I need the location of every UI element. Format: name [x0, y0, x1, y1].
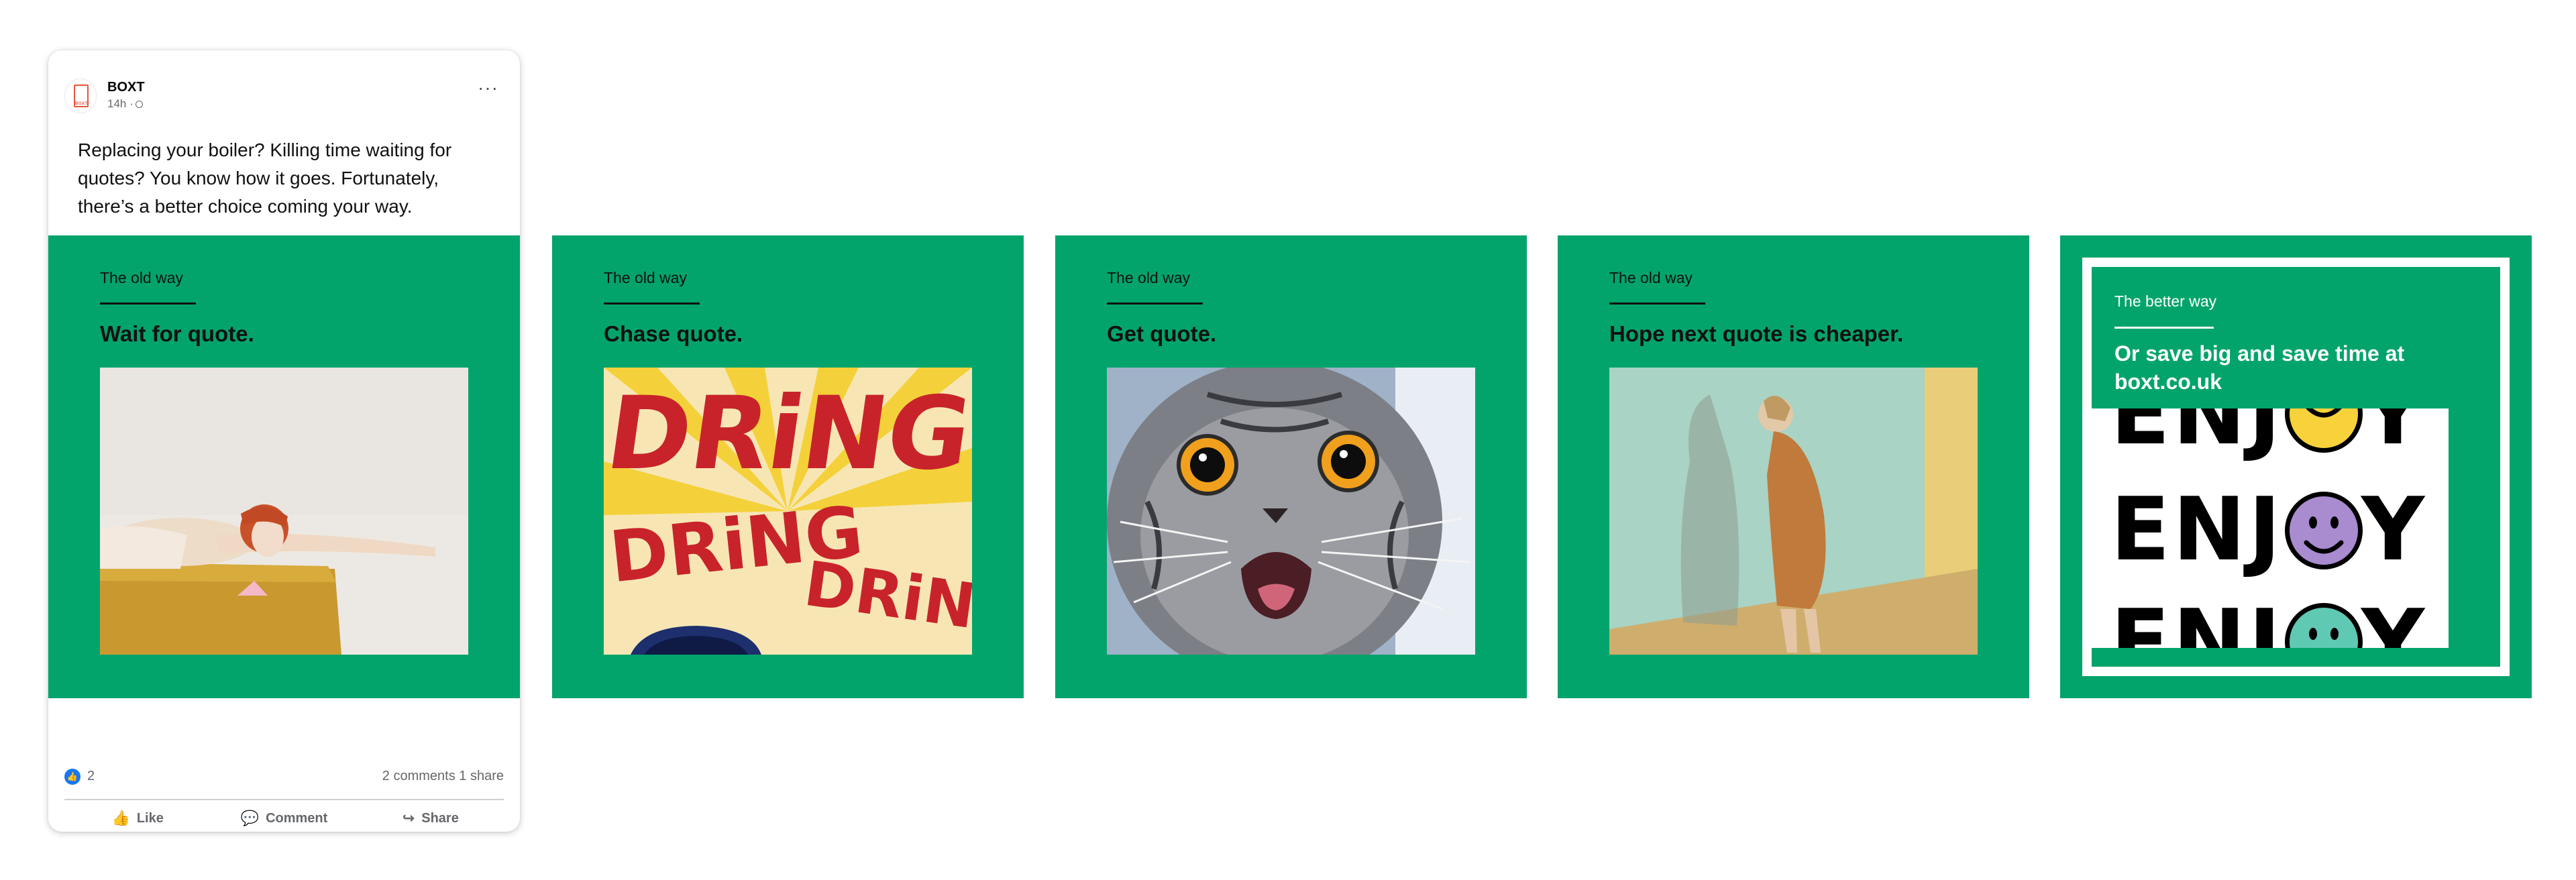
post-header: BOXT BOXT 14h · ···	[64, 78, 504, 113]
carousel-panel-better-way: The better way Or save big and save time…	[2060, 235, 2532, 698]
facebook-post-card: BOXT BOXT 14h · ··· Replacing your boile…	[48, 50, 520, 832]
panel-headline: Chase quote.	[604, 321, 743, 346]
post-actions: 👍 Like 💬 Comment ↪ Share	[64, 802, 504, 832]
woman-against-wall-photo	[1609, 368, 1978, 655]
panel-headline: Wait for quote.	[100, 321, 254, 346]
panel-rule	[604, 302, 700, 305]
post-image-panel: The old way Wait for quote.	[48, 235, 520, 698]
panel-eyebrow: The old way	[1107, 269, 1191, 286]
comment-label: Comment	[266, 810, 328, 826]
page-name[interactable]: BOXT	[107, 80, 145, 95]
panel-headline: Or save big and save time at boxt.co.uk	[2114, 341, 2405, 394]
post-text: Replacing your boiler? Killing time wait…	[78, 140, 452, 217]
actions-divider-top	[64, 799, 504, 800]
share-button[interactable]: ↪ Share	[358, 802, 504, 832]
post-image[interactable]: The old way Wait for quote.	[48, 235, 520, 752]
page-avatar[interactable]: BOXT	[64, 78, 97, 113]
like-button[interactable]: 👍 Like	[64, 802, 211, 832]
carousel-panel-chase-quote: The old way Chase quote. DRiNG DRiNG DRi…	[552, 235, 1024, 698]
panel-eyebrow: The old way	[100, 269, 184, 286]
comment-icon: 💬	[240, 810, 260, 826]
dring-comic-image: DRiNG DRiNG DRiNG	[604, 368, 972, 655]
thumbs-up-icon: 👍	[111, 810, 130, 826]
carousel-panel-hope-cheaper: The old way Hope next quote is cheaper.	[1558, 235, 2029, 698]
panel-rule	[1107, 302, 1203, 305]
more-options-button[interactable]: ···	[478, 78, 498, 97]
panel-eyebrow: The better way	[2114, 292, 2217, 310]
share-icon: ↪	[402, 810, 415, 826]
panel-headline: Get quote.	[1107, 321, 1217, 346]
comments-shares-count[interactable]: 2 comments 1 share	[382, 769, 504, 784]
shocked-cat-photo	[1107, 368, 1475, 655]
like-label: Like	[136, 810, 164, 826]
panel-rule	[100, 302, 196, 305]
like-reaction-icon[interactable]: 👍	[64, 769, 80, 785]
panel-eyebrow: The old way	[604, 269, 688, 286]
reaction-count[interactable]: 2	[87, 769, 95, 784]
panel-rule	[1609, 302, 1705, 305]
woman-on-sofa-photo	[100, 368, 468, 655]
post-time[interactable]: 14h ·	[107, 97, 133, 110]
panel-rule	[2114, 327, 2214, 329]
share-label: Share	[421, 810, 459, 826]
carousel-panel-get-quote: The old way Get quote.	[1055, 235, 1527, 698]
reactions-row: 👍 2 2 comments 1 share	[64, 767, 504, 787]
avatar-logo-text: BOXT	[75, 102, 88, 106]
comment-button[interactable]: 💬 Comment	[211, 802, 357, 832]
panel-eyebrow: The old way	[1609, 269, 1693, 286]
globe-icon	[135, 101, 143, 108]
enjoy-graphic: ENJ Y ENJ Y ENJ Y	[2092, 408, 2449, 648]
post-meta: 14h ·	[107, 97, 143, 111]
panel-headline: Hope next quote is cheaper.	[1609, 321, 1904, 346]
dring-text-1: DRiNG	[604, 375, 972, 492]
